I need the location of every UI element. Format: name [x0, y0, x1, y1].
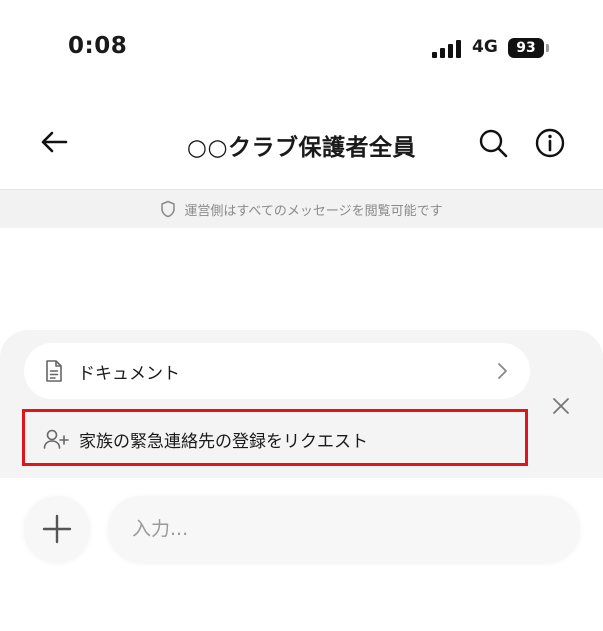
info-icon — [535, 128, 565, 158]
close-suggestions-button[interactable] — [548, 393, 574, 419]
notice-text: 運営側はすべてのメッセージを閲覧可能です — [184, 203, 443, 219]
composer — [0, 488, 603, 578]
status-time: 0:08 — [68, 33, 128, 59]
signal-icon — [432, 40, 461, 58]
documents-label: ドキュメント — [78, 364, 180, 384]
close-icon — [553, 398, 569, 414]
attach-button[interactable] — [24, 496, 90, 562]
request-emergency-contact-label: 家族の緊急連絡先の登録をリクエスト — [79, 432, 368, 452]
plus-icon — [42, 514, 72, 544]
notice-bar: 運営側はすべてのメッセージを閲覧可能です — [0, 189, 603, 228]
document-icon — [46, 360, 62, 382]
battery-icon: 93 — [508, 38, 544, 58]
search-button[interactable] — [474, 124, 512, 162]
search-icon — [479, 129, 508, 158]
request-emergency-contact-chip[interactable]: 家族の緊急連絡先の登録をリクエスト — [22, 409, 528, 466]
battery-nub — [546, 44, 549, 52]
page-title: ○○クラブ保護者全員 — [186, 135, 417, 161]
header: ○○クラブ保護者全員 — [0, 112, 603, 172]
shield-icon — [161, 200, 176, 218]
add-person-icon — [43, 429, 69, 449]
network-type: 4G — [472, 37, 498, 57]
status-bar: 0:08 4G 93 — [0, 0, 603, 90]
info-button[interactable] — [531, 124, 569, 162]
message-input[interactable] — [108, 496, 580, 562]
chevron-right-icon — [498, 363, 507, 379]
documents-chip[interactable]: ドキュメント — [24, 343, 530, 399]
